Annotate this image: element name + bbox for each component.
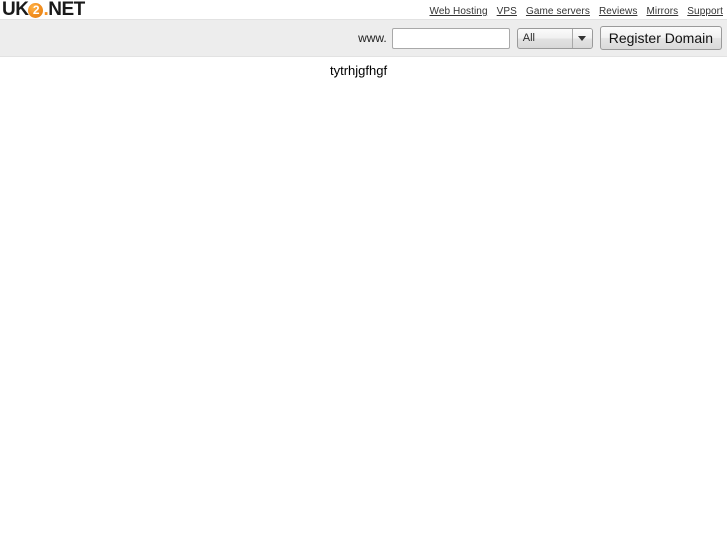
main-navigation: Web Hosting VPS Game servers Reviews Mirrors…	[429, 2, 723, 17]
nav-link-reviews[interactable]: Reviews	[599, 6, 638, 17]
logo-text-uk: UK	[2, 0, 29, 20]
site-header: UK 2. NET Web Hosting VPS Game servers Review…	[0, 0, 727, 19]
logo-text-net: NET	[48, 0, 85, 20]
nav-link-game-servers[interactable]: Game servers	[526, 6, 590, 17]
content-text: tytrhjgfhgf	[330, 63, 388, 78]
logo-badge-icon: 2	[28, 3, 44, 18]
domain-search-bar: www. All Register Domain	[0, 19, 727, 57]
nav-link-web-hosting[interactable]: Web Hosting	[429, 6, 487, 17]
domain-search-form: www. All Register Domain	[358, 20, 722, 56]
register-domain-button[interactable]: Register Domain	[599, 26, 722, 50]
site-logo[interactable]: UK 2. NET	[2, 0, 85, 19]
nav-link-mirrors[interactable]: Mirrors	[646, 6, 678, 17]
page-content: tytrhjgfhgf	[0, 57, 727, 544]
nav-link-vps[interactable]: VPS	[497, 6, 517, 17]
nav-link-support[interactable]: Support	[687, 6, 723, 17]
chevron-down-icon[interactable]	[571, 28, 592, 48]
tld-select[interactable]: All	[516, 27, 593, 49]
tld-select-value: All	[522, 32, 535, 44]
domain-search-input[interactable]	[391, 27, 510, 49]
www-prefix-label: www.	[358, 31, 387, 45]
